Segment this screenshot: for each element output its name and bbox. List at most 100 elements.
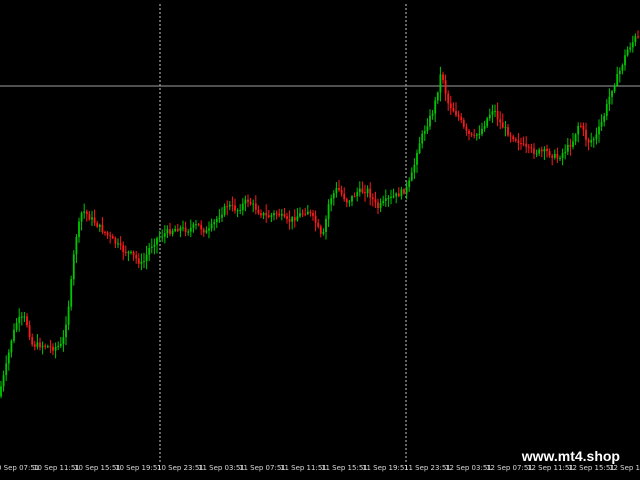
candle-body: [478, 134, 481, 135]
candle-body: [517, 140, 520, 144]
candle-body: [187, 231, 190, 233]
candle-body: [195, 224, 197, 226]
candle-body: [88, 214, 91, 220]
candle-body: [408, 180, 411, 187]
candle-body: [286, 216, 288, 220]
candle-body: [525, 143, 528, 147]
candle-body: [369, 188, 372, 198]
candle-body: [410, 172, 413, 181]
candle-body: [629, 47, 632, 50]
candle-body: [41, 345, 44, 348]
candle-body: [148, 248, 151, 255]
candle-body: [67, 306, 70, 325]
candle-body: [265, 213, 268, 216]
candle-body: [390, 196, 392, 198]
candle-body: [189, 227, 192, 232]
candle-body: [371, 197, 374, 200]
candle-body: [36, 342, 39, 347]
candle-body: [210, 223, 213, 229]
candle-body: [507, 127, 509, 136]
time-label: 11 Sep 07:51: [239, 464, 286, 472]
time-label: 12 Sep 03:51: [445, 464, 492, 472]
candle-body: [234, 205, 236, 211]
candle-body: [197, 224, 200, 226]
candle-body: [278, 213, 281, 216]
candle-body: [262, 213, 265, 216]
candle-body: [387, 198, 390, 199]
time-label: 11 Sep 03:51: [198, 464, 245, 472]
chart-area[interactable]: [0, 0, 640, 462]
candle-body: [483, 126, 486, 129]
candle-body: [31, 337, 34, 345]
candle-body: [325, 218, 327, 232]
candle-body: [223, 206, 226, 215]
candle-body: [44, 345, 47, 347]
candle-body: [455, 111, 457, 116]
candle-body: [231, 204, 234, 206]
candle-body: [561, 152, 564, 158]
candle-body: [621, 65, 624, 71]
candle-body: [488, 114, 491, 119]
candle-body: [10, 340, 13, 353]
candle-body: [452, 108, 455, 112]
candle-body: [538, 149, 541, 154]
candle-body: [104, 232, 106, 233]
candle-body: [559, 157, 561, 159]
candle-body: [145, 254, 148, 262]
candle-body: [340, 190, 343, 194]
candle-body: [309, 211, 312, 213]
candle-body: [475, 134, 478, 136]
candle-body: [260, 213, 262, 216]
candle-body: [436, 92, 439, 101]
candle-body: [551, 155, 554, 158]
candle-body: [540, 149, 543, 152]
candle-body: [306, 211, 309, 214]
candle-body: [330, 198, 333, 205]
candle-body: [473, 134, 476, 136]
candle-body: [374, 199, 377, 203]
candle-body: [392, 196, 395, 198]
candle-body: [78, 221, 80, 238]
candle-body: [361, 188, 364, 193]
candle-body: [468, 130, 470, 134]
candle-body: [57, 346, 60, 348]
candle-body: [202, 229, 205, 233]
candle-body: [358, 188, 361, 193]
candle-body: [442, 74, 444, 81]
candle-body: [595, 134, 598, 140]
candle-body: [39, 342, 41, 348]
candle-body: [356, 192, 359, 197]
candle-body: [520, 143, 522, 145]
candle-body: [132, 251, 135, 255]
time-label: 11 Sep 19:51: [362, 464, 409, 472]
candle-body: [403, 189, 405, 194]
candle-body: [96, 223, 99, 227]
candle-body: [460, 116, 463, 120]
candle-body: [377, 202, 379, 208]
candle-body: [572, 141, 574, 147]
candle-body: [634, 36, 637, 43]
candle-body: [366, 188, 369, 194]
candle-body: [249, 202, 252, 204]
candle-body: [18, 316, 21, 324]
candle-body: [143, 261, 145, 263]
candle-body: [205, 230, 208, 233]
candle-body: [605, 104, 608, 116]
candle-body: [150, 246, 153, 248]
candle-body: [600, 121, 603, 127]
candle-body: [184, 227, 187, 233]
candle-body: [293, 217, 296, 221]
candle-body: [23, 316, 26, 318]
price-chart[interactable]: [0, 0, 640, 462]
candle-body: [465, 126, 468, 131]
candle-body: [592, 139, 595, 141]
candle-body: [117, 243, 119, 245]
candle-body: [130, 251, 132, 253]
candle-body: [416, 152, 418, 165]
candle-body: [83, 211, 86, 213]
candle-body: [579, 125, 582, 127]
candle-body: [631, 42, 634, 48]
candle-body: [384, 198, 387, 201]
candle-body: [28, 325, 31, 338]
candle-body: [239, 210, 242, 211]
